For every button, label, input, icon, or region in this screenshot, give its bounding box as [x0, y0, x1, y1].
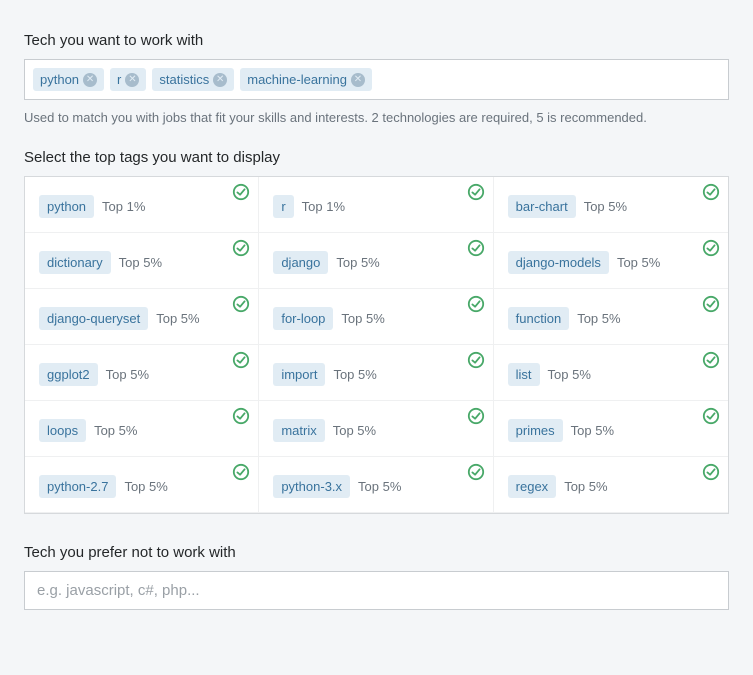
- checkmark-circle-icon: [232, 463, 250, 481]
- tag-badge: list: [508, 363, 540, 386]
- tag-badge: python: [39, 195, 94, 218]
- checkmark-circle-icon: [467, 183, 485, 201]
- tag-rank: Top 5%: [548, 367, 591, 382]
- tag-rank: Top 5%: [156, 311, 199, 326]
- tag-badge: python-3.x: [273, 475, 350, 498]
- tag-cell[interactable]: import Top 5%: [259, 345, 493, 401]
- tech-avoid-label: Tech you prefer not to work with: [24, 544, 729, 561]
- tag-cell[interactable]: django-queryset Top 5%: [25, 289, 259, 345]
- tag-badge: django-models: [508, 251, 609, 274]
- checkmark-circle-icon: [702, 463, 720, 481]
- tag-rank: Top 5%: [333, 423, 376, 438]
- tag-chip[interactable]: python ✕: [33, 68, 104, 91]
- tag-cell[interactable]: bar-chart Top 5%: [494, 177, 728, 233]
- tech-want-label: Tech you want to work with: [24, 32, 729, 49]
- close-icon[interactable]: ✕: [83, 73, 97, 87]
- tag-rank: Top 5%: [106, 367, 149, 382]
- tag-cell[interactable]: for-loop Top 5%: [259, 289, 493, 345]
- checkmark-circle-icon: [232, 295, 250, 313]
- tag-chip[interactable]: statistics ✕: [152, 68, 234, 91]
- tag-cell[interactable]: python-3.x Top 5%: [259, 457, 493, 513]
- checkmark-circle-icon: [467, 351, 485, 369]
- tag-cell[interactable]: python Top 1%: [25, 177, 259, 233]
- close-icon[interactable]: ✕: [125, 73, 139, 87]
- tag-badge: primes: [508, 419, 563, 442]
- tag-chip[interactable]: r✕: [110, 68, 146, 91]
- tag-rank: Top 5%: [94, 423, 137, 438]
- checkmark-circle-icon: [467, 407, 485, 425]
- top-tags-label: Select the top tags you want to display: [24, 149, 729, 166]
- tech-want-input-box[interactable]: python✕r✕statistics✕machine-learning✕: [24, 59, 729, 100]
- checkmark-circle-icon: [232, 407, 250, 425]
- tag-badge: ggplot2: [39, 363, 98, 386]
- top-tags-grid: pythonTop 1%rTop 1%bar-chartTop 5%dictio…: [24, 176, 729, 514]
- tag-badge: function: [508, 307, 570, 330]
- checkmark-circle-icon: [467, 295, 485, 313]
- tag-cell[interactable]: dictionary Top 5%: [25, 233, 259, 289]
- tag-cell[interactable]: primes Top 5%: [494, 401, 728, 457]
- tag-cell[interactable]: list Top 5%: [494, 345, 728, 401]
- checkmark-circle-icon: [467, 239, 485, 257]
- checkmark-circle-icon: [232, 351, 250, 369]
- tag-rank: Top 5%: [124, 479, 167, 494]
- tag-cell[interactable]: loops Top 5%: [25, 401, 259, 457]
- tag-badge: for-loop: [273, 307, 333, 330]
- tag-badge: regex: [508, 475, 557, 498]
- tag-rank: Top 1%: [302, 199, 345, 214]
- tag-rank: Top 5%: [617, 255, 660, 270]
- tag-cell[interactable]: matrix Top 5%: [259, 401, 493, 457]
- tag-cell[interactable]: ggplot2 Top 5%: [25, 345, 259, 401]
- tech-avoid-input[interactable]: [24, 571, 729, 610]
- tag-chip-label: machine-learning: [247, 72, 347, 87]
- tag-chip-label: statistics: [159, 72, 209, 87]
- tag-rank: Top 5%: [358, 479, 401, 494]
- tag-rank: Top 5%: [571, 423, 614, 438]
- tag-rank: Top 5%: [577, 311, 620, 326]
- tag-rank: Top 5%: [564, 479, 607, 494]
- tag-badge: django: [273, 251, 328, 274]
- close-icon[interactable]: ✕: [213, 73, 227, 87]
- tag-rank: Top 5%: [584, 199, 627, 214]
- checkmark-circle-icon: [467, 463, 485, 481]
- checkmark-circle-icon: [702, 351, 720, 369]
- checkmark-circle-icon: [232, 183, 250, 201]
- tag-cell[interactable]: function Top 5%: [494, 289, 728, 345]
- tag-rank: Top 5%: [333, 367, 376, 382]
- close-icon[interactable]: ✕: [351, 73, 365, 87]
- tag-rank: Top 5%: [341, 311, 384, 326]
- tag-badge: r: [273, 195, 293, 218]
- tag-cell[interactable]: django-models Top 5%: [494, 233, 728, 289]
- tag-chip-label: r: [117, 72, 121, 87]
- checkmark-circle-icon: [702, 239, 720, 257]
- checkmark-circle-icon: [702, 295, 720, 313]
- tag-chip-label: python: [40, 72, 79, 87]
- tag-rank: Top 1%: [102, 199, 145, 214]
- checkmark-circle-icon: [232, 239, 250, 257]
- tech-want-help-text: Used to match you with jobs that fit you…: [24, 110, 729, 125]
- tag-badge: loops: [39, 419, 86, 442]
- tag-cell[interactable]: r Top 1%: [259, 177, 493, 233]
- tag-badge: bar-chart: [508, 195, 576, 218]
- tag-badge: matrix: [273, 419, 324, 442]
- tag-cell[interactable]: django Top 5%: [259, 233, 493, 289]
- tag-rank: Top 5%: [119, 255, 162, 270]
- checkmark-circle-icon: [702, 407, 720, 425]
- tag-rank: Top 5%: [336, 255, 379, 270]
- tag-badge: python-2.7: [39, 475, 116, 498]
- tag-badge: dictionary: [39, 251, 111, 274]
- tag-badge: import: [273, 363, 325, 386]
- checkmark-circle-icon: [702, 183, 720, 201]
- tag-chip[interactable]: machine-learning ✕: [240, 68, 372, 91]
- tag-badge: django-queryset: [39, 307, 148, 330]
- tag-cell[interactable]: regex Top 5%: [494, 457, 728, 513]
- tag-cell[interactable]: python-2.7 Top 5%: [25, 457, 259, 513]
